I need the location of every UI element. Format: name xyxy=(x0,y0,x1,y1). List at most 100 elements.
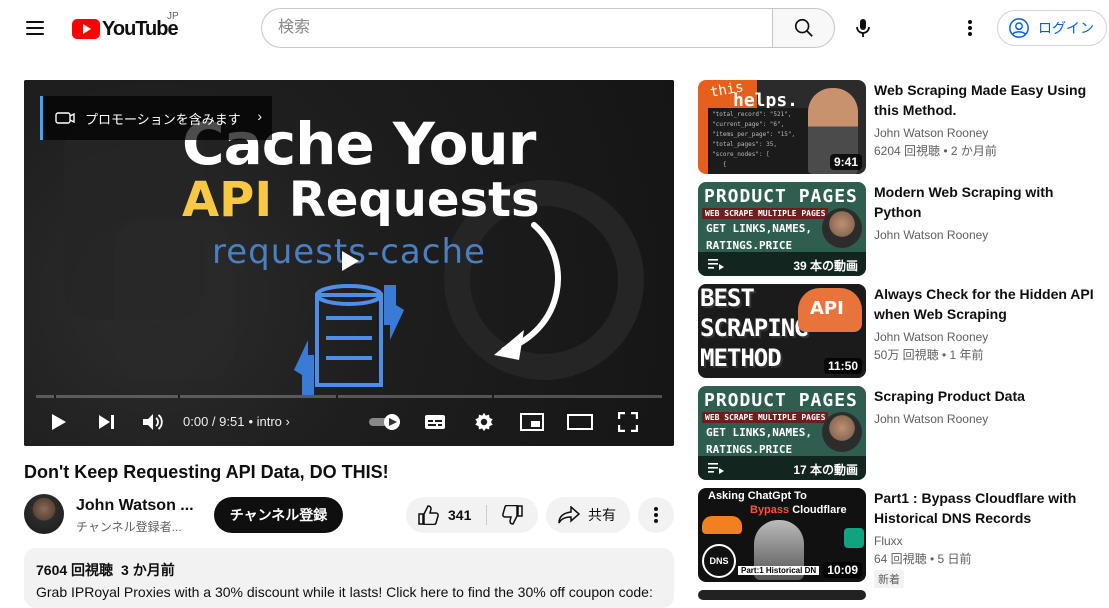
thumb-text: GET LINKS,NAMES, xyxy=(706,426,812,439)
database-icon xyxy=(294,284,404,395)
thumb-text: Asking ChatGpt To xyxy=(708,490,807,502)
autoplay-toggle-icon xyxy=(369,414,400,430)
related-video-thumbnail[interactable] xyxy=(698,590,866,600)
settings-menu-button[interactable] xyxy=(950,8,990,48)
view-count: 7604 回視聴 xyxy=(36,562,114,578)
miniplayer-button[interactable] xyxy=(517,406,547,438)
promotion-icon xyxy=(55,112,75,124)
like-button[interactable]: 341 xyxy=(406,497,486,533)
thumb-api-word: API xyxy=(182,172,273,228)
related-video[interactable]: BEST SCRAPING METHOD API 11:50 Always Ch… xyxy=(698,284,1098,378)
related-playlist-channel[interactable]: John Watson Rooney xyxy=(874,226,1094,244)
dns-globe-icon: DNS xyxy=(702,544,736,578)
skip-next-icon xyxy=(99,415,114,429)
related-video-info: Part1 : Bypass Cloudflare with Historica… xyxy=(874,488,1094,588)
related-playlist-title[interactable]: Modern Web Scraping with Python xyxy=(874,182,1094,222)
youtube-logo[interactable]: YouTube xyxy=(72,17,179,41)
like-count: 341 xyxy=(448,507,472,523)
thumb-text: PRODUCT PAGES xyxy=(704,390,858,411)
menu-icon[interactable] xyxy=(18,12,54,44)
related-playlist-title[interactable]: Scraping Product Data xyxy=(874,386,1094,406)
related-playlist-thumbnail[interactable]: PRODUCT PAGES WEB SCRAPE MULTIPLE PAGES … xyxy=(698,386,866,480)
related-playlist[interactable]: PRODUCT PAGES WEB SCRAPE MULTIPLE PAGES … xyxy=(698,182,1098,276)
thumb-text: Bypass Cloudflare xyxy=(750,504,847,516)
search-button[interactable] xyxy=(772,8,835,48)
mute-button[interactable] xyxy=(138,406,168,438)
thumb-person xyxy=(822,412,862,452)
related-video[interactable]: Asking ChatGpt To Bypass Cloudflare DNS … xyxy=(698,488,1098,588)
play-button[interactable] xyxy=(44,406,74,438)
chapter-marker xyxy=(54,395,56,398)
related-video-title[interactable]: Always Check for the Hidden API when Web… xyxy=(874,284,1094,324)
search-input[interactable] xyxy=(261,8,772,48)
search-box xyxy=(261,8,835,48)
thumb-text: GET LINKS,NAMES, xyxy=(706,222,812,235)
masthead: YouTube JP ログイン xyxy=(0,0,1109,56)
theater-mode-button[interactable] xyxy=(564,406,596,438)
chatgpt-logo-icon xyxy=(844,528,864,548)
thumb-text: RATINGS.PRICE xyxy=(706,239,793,252)
new-badge: 新着 xyxy=(874,570,904,588)
share-button[interactable]: 共有 xyxy=(546,497,630,533)
next-button[interactable] xyxy=(92,406,122,438)
paid-promotion-banner[interactable]: プロモーションを含みます › xyxy=(40,96,272,140)
account-icon xyxy=(1009,18,1029,38)
description-box[interactable]: 7604 回視聴 3 か月前 Grab IPRoyal Proxies with … xyxy=(24,548,674,608)
related-video-thumbnail[interactable]: Asking ChatGpt To Bypass Cloudflare DNS … xyxy=(698,488,866,582)
playlist-icon xyxy=(708,463,724,474)
related-video-channel[interactable]: Fluxx xyxy=(874,532,1094,550)
related-video-thumbnail[interactable]: BEST SCRAPING METHOD API 11:50 xyxy=(698,284,866,378)
progress-bar[interactable] xyxy=(36,395,662,398)
related-playlist[interactable]: PRODUCT PAGES WEB SCRAPE MULTIPLE PAGES … xyxy=(698,386,1098,480)
channel-name[interactable]: John Watson ... xyxy=(76,497,194,515)
related-video-thumbnail[interactable]: this helps. "total_record": "521", "curr… xyxy=(698,80,866,174)
miniplayer-icon xyxy=(520,413,544,431)
login-label: ログイン xyxy=(1038,20,1094,36)
theater-mode-icon xyxy=(567,414,593,430)
description-text: Grab IPRoyal Proxies with a 30% discount… xyxy=(36,584,653,600)
playlist-overlay: 17 本の動画 xyxy=(698,456,866,480)
subtitles-button[interactable] xyxy=(420,406,450,438)
subscribe-button[interactable]: チャンネル登録 xyxy=(214,497,343,533)
related-video[interactable] xyxy=(698,590,1098,600)
large-play-button[interactable] xyxy=(331,242,369,280)
curved-arrow-icon xyxy=(494,222,561,360)
related-video-channel[interactable]: John Watson Rooney xyxy=(874,124,1094,142)
thumb-text: Cloudflare xyxy=(789,504,847,516)
related-video-title[interactable]: Part1 : Bypass Cloudflare with Historica… xyxy=(874,488,1094,528)
settings-button[interactable] xyxy=(469,406,499,438)
fullscreen-button[interactable] xyxy=(613,406,643,438)
thumb-text: WEB SCRAPE MULTIPLE PAGES xyxy=(702,208,829,219)
chapter-title[interactable]: • intro xyxy=(248,414,281,429)
subscriber-count: チャンネル登録者... xyxy=(76,520,182,534)
upload-date: 3 か月前 xyxy=(121,562,175,578)
related-playlist-thumbnail[interactable]: PRODUCT PAGES WEB SCRAPE MULTIPLE PAGES … xyxy=(698,182,866,276)
related-video-title[interactable]: Web Scraping Made Easy Using this Method… xyxy=(874,80,1094,120)
related-playlist-channel[interactable]: John Watson Rooney xyxy=(874,410,1094,428)
dislike-button[interactable] xyxy=(488,497,536,533)
volume-icon xyxy=(143,414,163,430)
logo-region: JP xyxy=(167,11,179,22)
chapter-marker xyxy=(178,395,180,398)
fullscreen-icon xyxy=(618,412,638,432)
search-icon xyxy=(794,18,813,37)
playlist-icon xyxy=(708,259,724,270)
chapter-marker xyxy=(336,395,338,398)
thumb-text: PRODUCT PAGES xyxy=(704,186,858,207)
login-button[interactable]: ログイン xyxy=(997,10,1107,46)
time-display: 0:00 / 9:51 • intro › xyxy=(183,414,290,429)
channel-avatar[interactable] xyxy=(24,494,64,534)
duration-badge: 11:50 xyxy=(823,358,862,374)
related-video[interactable]: this helps. "total_record": "521", "curr… xyxy=(698,80,1098,174)
voice-search-button[interactable] xyxy=(843,8,883,48)
chevron-right-icon: › xyxy=(285,414,290,429)
related-video-channel[interactable]: John Watson Rooney xyxy=(874,328,1094,346)
more-actions-button[interactable] xyxy=(638,497,674,533)
play-icon xyxy=(52,414,66,430)
autoplay-toggle[interactable] xyxy=(366,406,406,438)
playlist-count: 39 本の動画 xyxy=(793,259,858,273)
video-player[interactable]: Cache Your API Requests requests-cache プ… xyxy=(24,80,674,446)
playlist-count: 17 本の動画 xyxy=(793,463,858,477)
thumb-text: RATINGS.PRICE xyxy=(706,443,793,456)
subtitles-icon xyxy=(425,415,445,429)
